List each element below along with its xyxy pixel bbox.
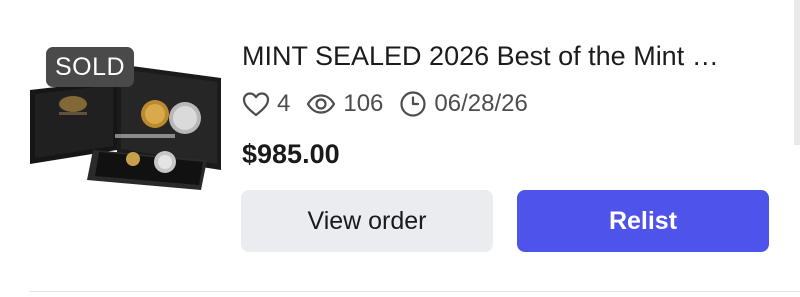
listing-stats: 4 106 06/28/26 xyxy=(242,86,528,122)
clock-icon xyxy=(399,90,427,118)
sold-badge: SOLD xyxy=(46,47,134,87)
listing-title[interactable]: MINT SEALED 2026 Best of the Mint … xyxy=(242,36,772,76)
divider xyxy=(30,291,800,292)
likes-stat: 4 xyxy=(242,90,290,118)
scroll-edge xyxy=(794,0,800,145)
eye-icon xyxy=(306,93,336,115)
views-stat: 106 xyxy=(306,90,383,118)
listing-price: $985.00 xyxy=(242,139,340,169)
views-count: 106 xyxy=(343,90,384,117)
listing-card: SOLD MINT SEALED 2026 Best of the Mint …… xyxy=(0,0,800,297)
date-stat: 06/28/26 xyxy=(399,90,528,118)
heart-icon xyxy=(242,91,270,117)
listing-date: 06/28/26 xyxy=(434,90,528,117)
view-order-button[interactable]: View order xyxy=(241,190,493,252)
likes-count: 4 xyxy=(277,90,291,117)
relist-button[interactable]: Relist xyxy=(517,190,769,252)
